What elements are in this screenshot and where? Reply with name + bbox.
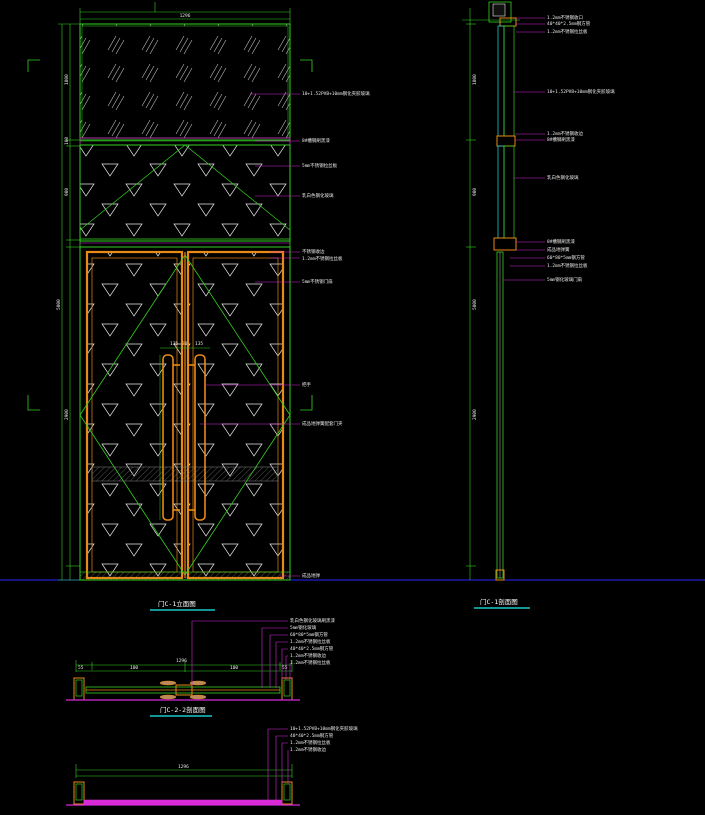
svg-text:55: 55	[78, 665, 84, 671]
svg-text:1.2mm不锈钢拉丝板: 1.2mm不锈钢拉丝板	[302, 255, 343, 262]
section-3-jamb-left	[73, 781, 85, 805]
svg-text:乳白色钢化玻璃: 乳白色钢化玻璃	[547, 174, 579, 181]
section-3-width: 1296	[178, 764, 189, 770]
svg-text:1.2mm不锈钢收口: 1.2mm不锈钢收口	[547, 14, 583, 21]
svg-text:60*80*5mm钢方管: 60*80*5mm钢方管	[547, 254, 585, 261]
section-2-callouts: 乳白色钢化玻璃刷黑漆 5mm钢化玻璃 60*80*5mm钢方管 1.2mm不锈钢…	[290, 617, 335, 666]
elevation-view: 1296 1000 100 900 2900 5000 135 30 135 1…	[27, 2, 370, 611]
svg-text:1.2mm不锈钢拉丝板: 1.2mm不锈钢拉丝板	[290, 739, 331, 746]
svg-text:8#槽钢刷黑漆: 8#槽钢刷黑漆	[547, 238, 575, 245]
svg-text:成品地弹簧: 成品地弹簧	[547, 246, 570, 253]
svg-text:1000: 1000	[64, 74, 70, 85]
elevation-title: 门C-1立面图	[158, 599, 196, 608]
svg-text:8#槽钢刷黑漆: 8#槽钢刷黑漆	[302, 137, 330, 144]
top-width-dim: 1296	[180, 13, 191, 19]
section-1-glass	[497, 25, 505, 137]
door-leaf-right	[186, 250, 285, 580]
svg-text:30: 30	[182, 341, 188, 347]
svg-text:10+1.52PVB+10mm钢化夹胶玻璃: 10+1.52PVB+10mm钢化夹胶玻璃	[547, 88, 615, 95]
section-3-view: 1296 10+1.52PVB+10mm钢化夹胶玻璃 40*40*2.5mm钢方…	[66, 725, 358, 806]
svg-text:成品地弹: 成品地弹	[302, 572, 320, 579]
section-3-callouts: 10+1.52PVB+10mm钢化夹胶玻璃 40*40*2.5mm钢方管 1.2…	[290, 725, 358, 753]
top-dimension	[79, 2, 291, 24]
section-1-leaders	[503, 17, 545, 281]
svg-text:10+1.52PVB+10mm钢化夹胶玻璃: 10+1.52PVB+10mm钢化夹胶玻璃	[302, 90, 370, 97]
section-2-view: 55 100 1296 100 55 乳白色钢化玻璃刷黑漆 5mm钢化玻璃 60…	[66, 617, 335, 717]
elevation-callouts: 10+1.52PVB+10mm钢化夹胶玻璃 8#槽钢刷黑漆 5mm不锈钢拉丝板 …	[302, 90, 370, 579]
svg-text:1.2mm不锈钢收边: 1.2mm不锈钢收边	[290, 746, 327, 753]
svg-text:乳白色钢化玻璃: 乳白色钢化玻璃	[302, 192, 334, 199]
svg-text:135: 135	[170, 341, 178, 347]
svg-text:1.2mm不锈钢拉丝板: 1.2mm不锈钢拉丝板	[547, 262, 588, 269]
floor-rail	[79, 571, 291, 581]
section-1-view: 1000 900 2900 5000 1.2mm不锈钢收口 40*40*2.5m…	[462, 1, 615, 609]
section-3-leaders	[267, 728, 289, 800]
svg-text:100: 100	[230, 665, 238, 671]
section-3-glass	[83, 799, 283, 806]
section-2-title: 门C-2-2剖面图	[160, 705, 206, 714]
svg-text:60*80*5mm钢方管: 60*80*5mm钢方管	[290, 631, 328, 638]
section-2-leaders	[191, 620, 291, 688]
svg-text:5mm不锈钢门扇: 5mm不锈钢门扇	[302, 278, 333, 285]
svg-text:1.2mm不锈钢拉丝板: 1.2mm不锈钢拉丝板	[290, 638, 331, 645]
svg-text:135: 135	[195, 341, 203, 347]
svg-text:把手: 把手	[302, 381, 311, 388]
svg-text:成品地弹簧配套门夹: 成品地弹簧配套门夹	[302, 420, 343, 427]
svg-text:100: 100	[64, 137, 70, 145]
door-leaf-left	[85, 250, 184, 580]
section-1-callouts: 1.2mm不锈钢收口 40*40*2.5mm钢方管 1.2mm不锈钢拉丝板 10…	[547, 14, 615, 283]
svg-text:40*40*2.5mm钢方管: 40*40*2.5mm钢方管	[290, 732, 334, 739]
cad-drawing: 1296 1000 100 900 2900 5000 135 30 135 1…	[0, 1, 705, 806]
svg-text:5mm不锈钢拉丝板: 5mm不锈钢拉丝板	[302, 162, 338, 169]
svg-text:5000: 5000	[56, 299, 62, 310]
svg-text:5mm钢化玻璃门扇: 5mm钢化玻璃门扇	[547, 276, 583, 283]
svg-text:2900: 2900	[64, 409, 70, 420]
section-2-jamb-left	[73, 677, 85, 701]
svg-text:55: 55	[282, 665, 288, 671]
svg-text:10+1.52PVB+10mm钢化夹胶玻璃: 10+1.52PVB+10mm钢化夹胶玻璃	[290, 725, 358, 732]
transom-glass	[79, 23, 291, 141]
svg-text:100: 100	[130, 665, 138, 671]
svg-text:乳白色钢化玻璃刷黑漆: 乳白色钢化玻璃刷黑漆	[290, 617, 335, 624]
section-1-title: 门C-1剖面图	[480, 597, 518, 606]
svg-text:1.2mm不锈钢收边: 1.2mm不锈钢收边	[290, 652, 327, 659]
svg-text:不锈钢收边: 不锈钢收边	[302, 248, 325, 255]
svg-text:1296: 1296	[176, 658, 187, 664]
door-kick-band	[91, 466, 279, 482]
svg-text:40*40*2.5mm钢方管: 40*40*2.5mm钢方管	[547, 20, 591, 27]
svg-text:40*40*2.5mm钢方管: 40*40*2.5mm钢方管	[290, 645, 334, 652]
middle-panel	[79, 144, 291, 242]
svg-text:1.2mm不锈钢拉丝板: 1.2mm不锈钢拉丝板	[547, 28, 588, 35]
section-3-jamb-right	[281, 781, 293, 805]
svg-text:1000: 1000	[472, 74, 478, 85]
svg-text:900: 900	[64, 188, 70, 196]
section-2-dims: 55 100 1296 100 55	[78, 658, 288, 671]
svg-text:5mm钢化玻璃: 5mm钢化玻璃	[290, 624, 317, 631]
svg-text:1.2mm不锈钢拉丝板: 1.2mm不锈钢拉丝板	[290, 659, 331, 666]
section-2-jamb-right	[281, 677, 293, 701]
svg-text:900: 900	[472, 188, 478, 196]
svg-text:5000: 5000	[472, 299, 478, 310]
svg-text:8#槽钢刷黑漆: 8#槽钢刷黑漆	[547, 136, 575, 143]
svg-text:1.2mm不锈钢收边: 1.2mm不锈钢收边	[547, 130, 584, 137]
svg-text:2900: 2900	[472, 409, 478, 420]
